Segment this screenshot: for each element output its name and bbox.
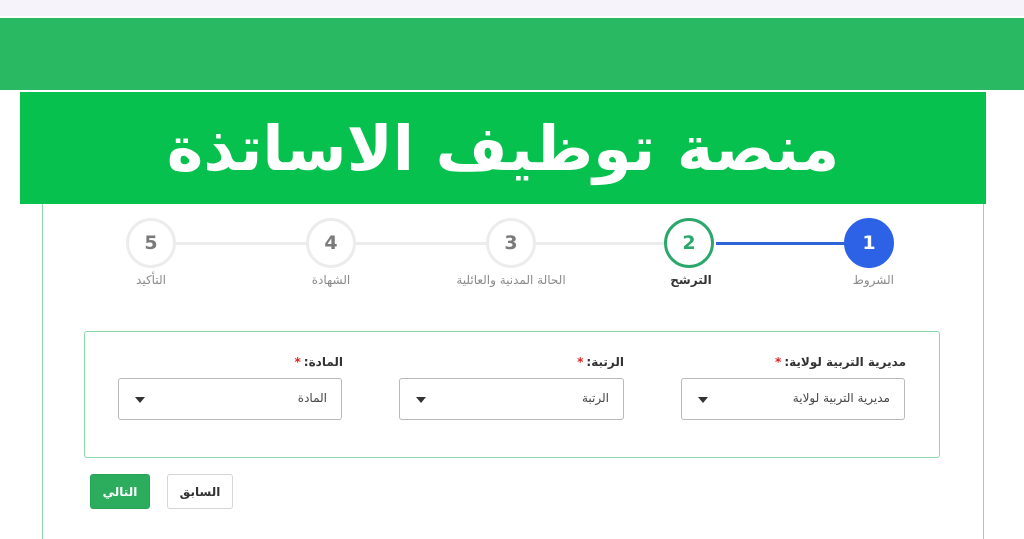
required-mark: * xyxy=(775,355,782,369)
rank-select-value: الرتبة xyxy=(581,391,609,405)
subject-label-text: المادة: xyxy=(303,355,343,369)
directorate-select[interactable]: مديرية التربية لولاية xyxy=(681,378,905,420)
step-5-label: التأكيد xyxy=(136,273,166,287)
step-4-label: الشهادة xyxy=(311,273,351,287)
progress-stepper: 1 2 3 4 5 الشروط الترشح الحالة المدنية و… xyxy=(0,0,1024,300)
step-5-circle[interactable]: 5 xyxy=(126,218,176,268)
step-2-label: الترشح xyxy=(670,273,712,287)
subject-select[interactable]: المادة xyxy=(118,378,342,420)
step-1-label: الشروط xyxy=(852,273,894,287)
caret-down-icon xyxy=(135,397,145,403)
previous-button[interactable]: السابق xyxy=(167,474,233,509)
caret-down-icon xyxy=(416,397,426,403)
directorate-label-text: مديرية التربية لولاية: xyxy=(784,355,906,369)
rank-label: الرتبة:* xyxy=(577,355,624,369)
step-3-label: الحالة المدنية والعائلية xyxy=(456,273,566,287)
required-mark: * xyxy=(577,355,584,369)
step-1-circle[interactable]: 1 xyxy=(844,218,894,268)
required-mark: * xyxy=(294,355,301,369)
rank-label-text: الرتبة: xyxy=(586,355,624,369)
next-button[interactable]: التالي xyxy=(90,474,150,509)
step-2-circle[interactable]: 2 xyxy=(664,218,714,268)
step-3-circle[interactable]: 3 xyxy=(486,218,536,268)
subject-label: المادة:* xyxy=(295,355,344,369)
rank-select[interactable]: الرتبة xyxy=(399,378,624,420)
subject-select-value: المادة xyxy=(297,391,327,405)
step-4-circle[interactable]: 4 xyxy=(306,218,356,268)
caret-down-icon xyxy=(698,397,708,403)
directorate-label: مديرية التربية لولاية:* xyxy=(775,355,906,369)
directorate-select-value: مديرية التربية لولاية xyxy=(792,391,890,405)
